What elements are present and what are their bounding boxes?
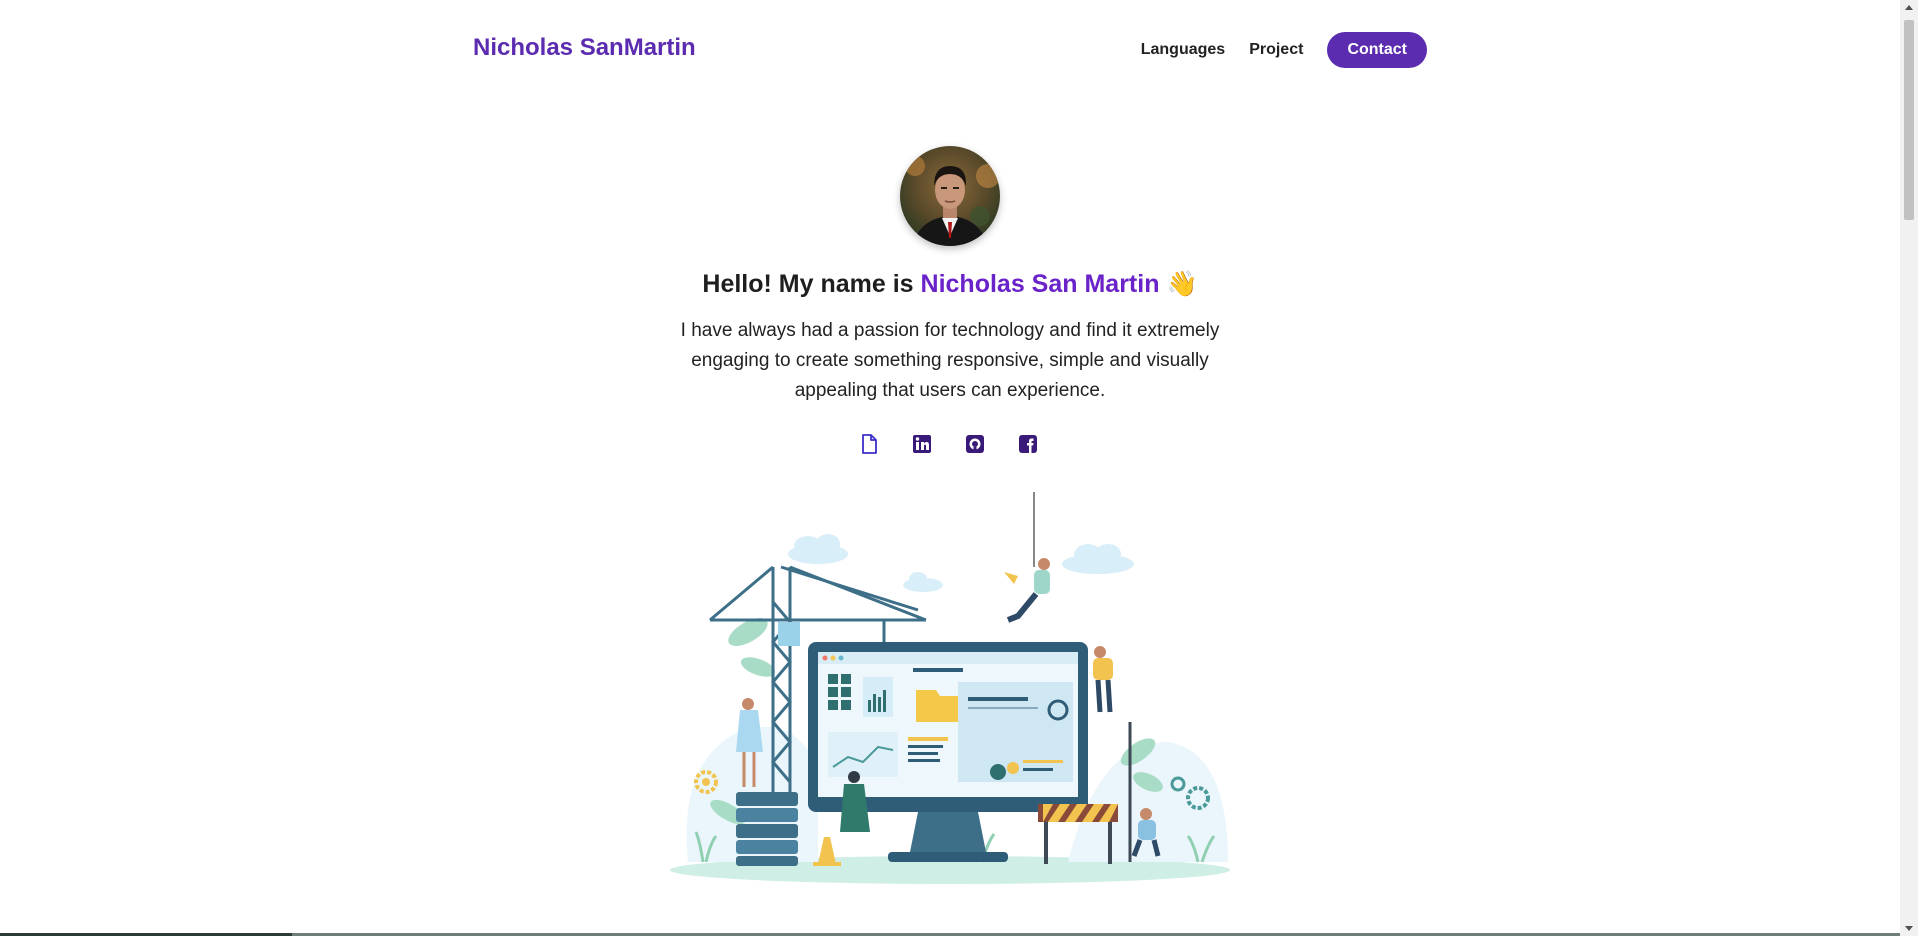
website-construction-illustration (668, 492, 1232, 884)
linkedin-icon (913, 435, 931, 453)
social-links (858, 433, 1070, 455)
github-icon (966, 435, 984, 453)
facebook-icon (1019, 435, 1037, 453)
avatar (900, 146, 1000, 246)
portfolio-page: Nicholas SanMartin Languages Project Con… (0, 0, 1900, 933)
facebook-link[interactable] (1017, 433, 1039, 455)
scrollbar-thumb[interactable] (1904, 20, 1914, 220)
resume-file-link[interactable] (858, 433, 880, 455)
greeting-heading: Hello! My name is Nicholas San Martin 👋 (550, 270, 1350, 299)
greeting-name: Nicholas San Martin (920, 270, 1160, 298)
waving-hand-icon: 👋 (1166, 270, 1198, 298)
nav-links: Languages Project Contact (1141, 32, 1427, 68)
brand-logo[interactable]: Nicholas SanMartin (473, 34, 696, 62)
linkedin-link[interactable] (911, 433, 933, 455)
nav-link-languages[interactable]: Languages (1141, 41, 1225, 59)
nav-link-project[interactable]: Project (1249, 41, 1303, 59)
scroll-down-arrow-icon[interactable] (1905, 926, 1913, 931)
file-icon (862, 434, 877, 454)
vertical-scrollbar[interactable] (1900, 0, 1918, 936)
scroll-up-arrow-icon[interactable] (1905, 5, 1913, 10)
greeting-prefix: Hello! My name is (702, 270, 921, 298)
navbar: Nicholas SanMartin Languages Project Con… (473, 28, 1427, 72)
bio-text: I have always had a passion for technolo… (680, 320, 1220, 401)
github-link[interactable] (964, 433, 986, 455)
contact-button[interactable]: Contact (1327, 32, 1427, 68)
